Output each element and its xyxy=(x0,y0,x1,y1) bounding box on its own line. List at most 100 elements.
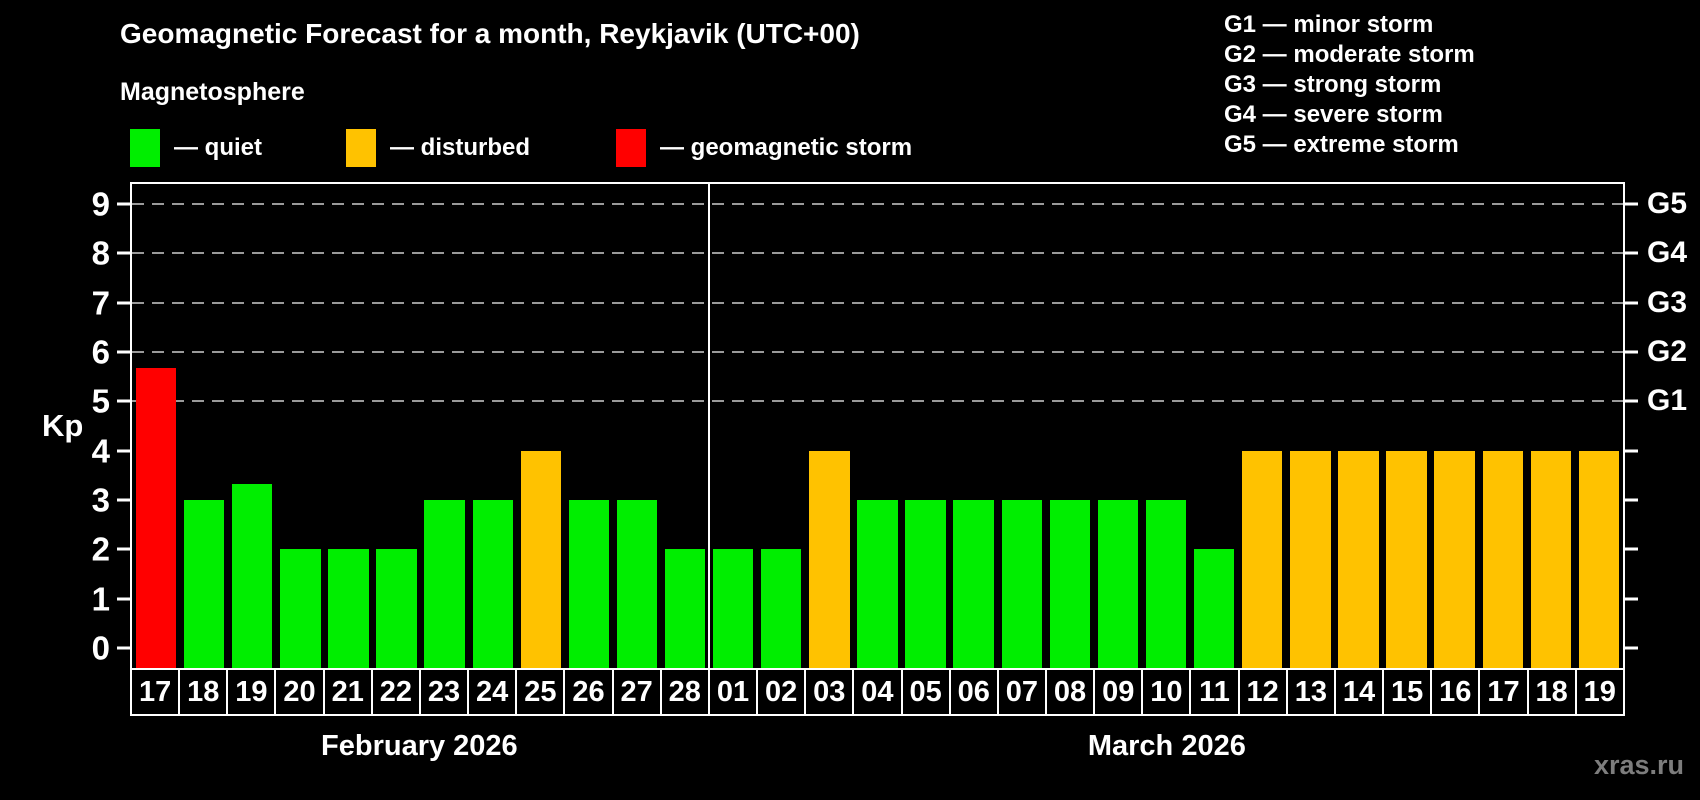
gridline-kp-9 xyxy=(132,202,1623,205)
y-axis-tick-left-2 xyxy=(117,547,130,551)
g-axis-label-G3: G3 xyxy=(1647,285,1688,319)
day-label-28: 28 xyxy=(659,668,710,716)
month-divider xyxy=(708,184,711,668)
kp-bar-day-17 xyxy=(135,368,177,668)
day-label-17: 17 xyxy=(1478,668,1529,716)
day-label-18: 18 xyxy=(1526,668,1577,716)
y-axis-label-1: 1 xyxy=(91,580,110,618)
kp-bar-day-10 xyxy=(1145,500,1187,668)
kp-bar-day-03 xyxy=(809,450,850,668)
gridline-kp-7 xyxy=(132,301,1623,304)
magnetosphere-label: Magnetosphere xyxy=(120,78,305,106)
y-axis-tick-right-2 xyxy=(1625,547,1638,551)
kp-bar-day-18 xyxy=(1530,450,1572,668)
kp-bar-day-24 xyxy=(472,500,513,668)
kp-bar-day-26 xyxy=(568,500,610,668)
gridline-kp-8 xyxy=(132,252,1623,255)
y-axis-tick-right-6 xyxy=(1625,350,1638,354)
month-label-2: March 2026 xyxy=(1087,730,1246,762)
legend-label-quiet: — quiet xyxy=(174,134,262,161)
day-label-06: 06 xyxy=(948,668,999,716)
legend-item-storm: — geomagnetic storm xyxy=(616,128,912,168)
day-label-07: 07 xyxy=(996,668,1047,716)
kp-bar-day-20 xyxy=(280,549,321,668)
gridline-kp-6 xyxy=(132,350,1623,353)
kp-bar-day-21 xyxy=(328,549,369,668)
day-label-23: 23 xyxy=(418,668,470,716)
day-label-21: 21 xyxy=(322,668,373,716)
y-axis-tick-left-3 xyxy=(117,498,130,502)
y-axis-tick-right-0 xyxy=(1625,646,1638,650)
y-axis-label-6: 6 xyxy=(91,333,110,371)
day-label-14: 14 xyxy=(1333,668,1385,716)
day-label-17: 17 xyxy=(130,668,181,716)
month-label-1: February 2026 xyxy=(321,730,518,762)
kp-bar-day-06 xyxy=(953,500,994,668)
y-axis-tick-left-6 xyxy=(117,350,130,354)
kp-bar-day-07 xyxy=(1001,500,1042,668)
day-label-26: 26 xyxy=(563,668,614,716)
y-axis-tick-left-1 xyxy=(117,597,130,601)
geomagnetic-forecast-page: Geomagnetic Forecast for a month, Reykja… xyxy=(0,0,1700,800)
y-axis-tick-right-1 xyxy=(1625,597,1638,601)
kp-bar-day-17 xyxy=(1482,450,1523,668)
legend-label-disturbed: — disturbed xyxy=(390,134,531,161)
kp-axis-title: Kp xyxy=(42,408,84,443)
g-legend-line-3: G3 — strong storm xyxy=(1224,71,1442,98)
disturbed-color-swatch-icon xyxy=(346,129,376,167)
kp-bar-day-22 xyxy=(376,549,417,668)
storm-color-swatch-icon xyxy=(616,129,646,167)
g-legend-line-2: G2 — moderate storm xyxy=(1224,41,1475,68)
kp-bar-day-13 xyxy=(1290,450,1331,668)
day-label-09: 09 xyxy=(1093,668,1144,716)
kp-bar-day-12 xyxy=(1242,450,1283,668)
y-axis-tick-left-8 xyxy=(117,251,130,255)
kp-bar-day-19 xyxy=(232,483,273,668)
kp-bar-day-27 xyxy=(616,500,658,668)
day-label-10: 10 xyxy=(1141,668,1192,716)
kp-bar-day-04 xyxy=(857,500,898,668)
legend-item-disturbed: — disturbed xyxy=(346,128,530,168)
day-label-19: 19 xyxy=(1574,668,1625,716)
day-label-18: 18 xyxy=(178,668,229,716)
g-legend-line-4: G4 — severe storm xyxy=(1224,101,1443,128)
kp-bar-day-15 xyxy=(1386,450,1427,668)
y-axis-tick-right-3 xyxy=(1625,498,1638,502)
quiet-color-swatch-icon xyxy=(130,129,160,167)
day-label-08: 08 xyxy=(1044,668,1096,716)
g-legend-line-5: G5 — extreme storm xyxy=(1224,131,1459,158)
day-label-16: 16 xyxy=(1430,668,1481,716)
kp-bar-day-01 xyxy=(713,549,754,668)
y-axis-label-4: 4 xyxy=(91,432,110,470)
y-axis-tick-left-0 xyxy=(117,646,130,650)
chart-title: Geomagnetic Forecast for a month, Reykja… xyxy=(120,18,860,49)
y-axis-tick-right-5 xyxy=(1625,399,1638,403)
kp-bar-day-19 xyxy=(1578,450,1620,668)
kp-bar-day-02 xyxy=(761,549,802,668)
kp-bar-day-05 xyxy=(905,500,946,668)
g-axis-label-G4: G4 xyxy=(1647,236,1688,270)
y-axis-label-5: 5 xyxy=(91,382,110,420)
y-axis-tick-left-5 xyxy=(117,399,130,403)
kp-bar-day-23 xyxy=(424,500,465,668)
kp-bar-day-16 xyxy=(1434,450,1475,668)
day-label-19: 19 xyxy=(226,668,277,716)
day-label-20: 20 xyxy=(274,668,325,716)
y-axis-tick-right-8 xyxy=(1625,251,1638,255)
y-axis-tick-right-4 xyxy=(1625,449,1638,453)
y-axis-tick-right-7 xyxy=(1625,301,1638,305)
legend-label-storm: — geomagnetic storm xyxy=(660,134,913,161)
day-label-24: 24 xyxy=(467,668,518,716)
watermark: xras.ru xyxy=(1593,750,1684,780)
g-axis-label-G5: G5 xyxy=(1647,186,1688,220)
day-label-02: 02 xyxy=(756,668,807,716)
plot-area: 0 1 2 3 4 5 6 7 8 9 G1 G2 G3 G4 G5 xyxy=(92,182,1687,668)
y-axis-label-7: 7 xyxy=(91,284,110,322)
y-axis-label-3: 3 xyxy=(91,481,110,519)
y-axis-tick-left-4 xyxy=(117,449,130,453)
g-legend-line-1: G1 — minor storm xyxy=(1224,11,1434,38)
day-label-22: 22 xyxy=(370,668,421,716)
kp-bar-day-11 xyxy=(1193,549,1235,668)
kp-bar-day-09 xyxy=(1097,500,1139,668)
day-label-27: 27 xyxy=(611,668,662,716)
